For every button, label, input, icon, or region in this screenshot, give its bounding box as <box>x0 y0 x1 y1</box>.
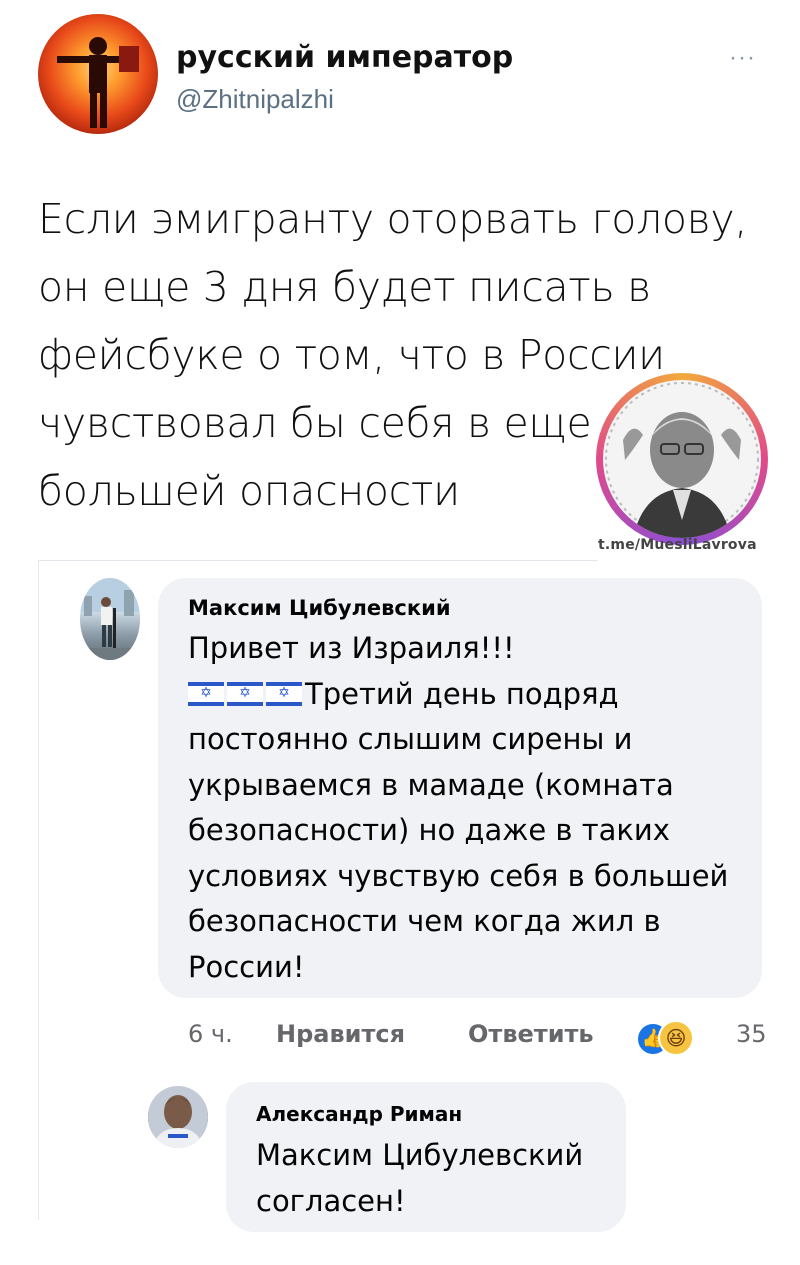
reply-author-name[interactable]: Александр Риман <box>256 1102 462 1126</box>
comment-text-line: безопасности) но даже в таких <box>188 813 670 847</box>
more-options-icon[interactable]: ··· <box>729 44 756 72</box>
comment-text: Привет из Израиля!!! Третий день подряд … <box>188 626 758 990</box>
reply-author-avatar[interactable] <box>148 1086 208 1148</box>
comment-bubble: Максим Цибулевский Привет из Израиля!!! … <box>158 578 762 998</box>
comment-text-line: Привет из Израиля!!! <box>188 631 515 665</box>
stamp-ring <box>596 373 768 545</box>
person-photo-icon <box>80 578 140 660</box>
reaction-count[interactable]: 35 <box>736 1020 767 1048</box>
comment-text-line-flags: Третий день подряд <box>188 672 758 718</box>
reply-text-line: Максим Цибулевский <box>256 1138 584 1172</box>
comment-text-line: безопасности чем когда жил в <box>188 904 661 938</box>
tweet-header: русский император @Zhitnipalzhi ··· <box>38 14 778 144</box>
israel-flag-icon <box>266 681 302 706</box>
stamp-portrait <box>603 380 761 538</box>
watermark-stamp <box>596 373 784 561</box>
comment-timestamp[interactable]: 6 ч. <box>188 1020 233 1048</box>
israel-flag-icon <box>227 681 263 706</box>
tweet-text-line: он еще 3 дня будет писать в <box>38 263 651 311</box>
comment-text-line: Третий день подряд <box>305 676 619 711</box>
author-name[interactable]: русский император <box>176 40 513 75</box>
comment-text-line: России! <box>188 949 305 984</box>
reply-text: Максим Цибулевский согласен! <box>256 1132 626 1224</box>
portrait-icon <box>605 382 759 538</box>
haha-icon: 😆 <box>658 1020 694 1056</box>
israel-flag-icon <box>188 681 224 706</box>
thread-rail <box>38 560 39 1220</box>
author-avatar[interactable] <box>38 14 158 134</box>
reply-text-line: согласен! <box>256 1184 406 1218</box>
reply-button[interactable]: Ответить <box>468 1020 594 1048</box>
comment-author-name[interactable]: Максим Цибулевский <box>188 596 451 620</box>
like-button[interactable]: Нравится <box>276 1020 405 1048</box>
author-handle[interactable]: @Zhitnipalzhi <box>176 84 334 115</box>
comment-text-line: постоянно слышим сирены и <box>188 722 633 756</box>
comment-author-avatar[interactable] <box>80 578 140 660</box>
comment-text-line: условиях чувствую себя в большей <box>188 858 729 893</box>
reactions-summary[interactable]: 👍 😆 <box>636 1018 716 1058</box>
comment-text-line: укрываемся в мамаде (комната <box>188 767 674 802</box>
avatar-figure-icon <box>57 37 139 128</box>
reply-bubble: Александр Риман Максим Цибулевский согла… <box>226 1082 626 1232</box>
tweet-text-line: Если эмигранту оторвать голову, <box>38 195 748 243</box>
divider <box>38 560 598 561</box>
watermark-url: t.me/MuesliLavrova <box>598 537 757 553</box>
person-photo-icon <box>148 1086 208 1148</box>
